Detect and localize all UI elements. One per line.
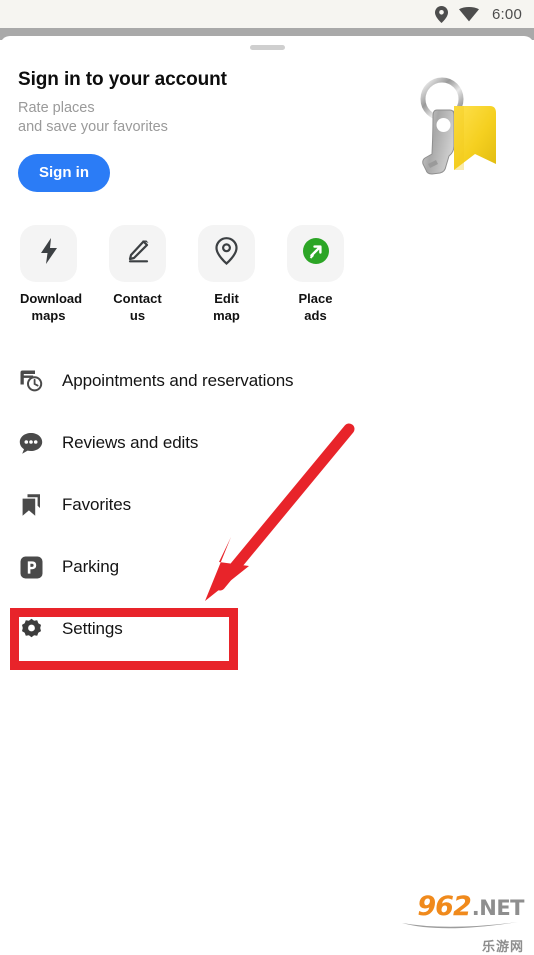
quick-action-contact-us[interactable]: Contact us (109, 225, 166, 324)
quick-action-place-ads[interactable]: Place ads (287, 225, 344, 324)
quick-action-label-line1: Download (20, 291, 83, 306)
quick-action-label: Place ads (287, 290, 344, 324)
menu-item-parking[interactable]: Parking (0, 536, 534, 598)
watermark-swoosh-icon (402, 922, 518, 929)
signin-section: Sign in to your account Rate places and … (0, 50, 534, 192)
menu-item-settings[interactable]: Settings (0, 598, 534, 660)
quick-action-label: Contact us (109, 290, 166, 324)
quick-action-label-line1: Contact (113, 291, 162, 306)
watermark-chinese: 乐游网 (481, 940, 524, 955)
pencil-icon (125, 239, 150, 269)
account-menu-list: Appointments and reservations Reviews an… (0, 350, 534, 660)
watermark-number: 962 (417, 891, 471, 922)
watermark-top-line: 962 .NET (400, 893, 524, 920)
quick-action-label: Edit map (198, 290, 255, 324)
quick-action-tile (20, 225, 77, 282)
sign-in-button[interactable]: Sign in (18, 154, 110, 192)
location-pin-icon (435, 5, 448, 23)
menu-item-label: Favorites (62, 495, 132, 514)
map-pin-icon (215, 237, 238, 270)
chat-bubble-icon (18, 430, 44, 456)
quick-action-tile (109, 225, 166, 282)
menu-item-label: Parking (62, 557, 119, 576)
menu-item-label: Reviews and edits (62, 433, 199, 452)
quick-action-label-line2: maps (31, 308, 66, 323)
lightning-bolt-icon (39, 238, 59, 269)
quick-action-label: Download maps (20, 290, 83, 324)
menu-item-label: Appointments and reservations (62, 371, 294, 390)
quick-action-tile (287, 225, 344, 282)
keys-with-yellow-tag-image (392, 72, 512, 192)
quick-action-tile (198, 225, 255, 282)
quick-action-label-line2: map (213, 308, 240, 323)
quick-action-label-line2: us (129, 308, 146, 323)
menu-item-reviews[interactable]: Reviews and edits (0, 412, 534, 474)
menu-item-label: Settings (62, 619, 123, 638)
quick-action-label-line1: Edit (214, 291, 239, 306)
quick-actions-row: Download maps Contact us Edit map Place … (0, 225, 534, 324)
wifi-icon (459, 6, 479, 22)
menu-item-favorites[interactable]: Favorites (0, 474, 534, 536)
quick-action-label-line1: Place (298, 291, 333, 306)
quick-action-label-line2: ads (304, 308, 327, 323)
bookmarks-icon (18, 492, 44, 518)
green-arrow-circle-icon (302, 238, 329, 269)
watermark-bottom-line: 乐游网 (400, 936, 524, 955)
status-time: 6:00 (492, 5, 522, 23)
site-watermark: 962 .NET 乐游网 (400, 893, 525, 955)
watermark-domain: .NET (471, 896, 525, 920)
calendar-clock-icon (18, 368, 44, 394)
quick-action-edit-map[interactable]: Edit map (198, 225, 255, 324)
menu-item-appointments[interactable]: Appointments and reservations (0, 350, 534, 412)
parking-p-icon (18, 554, 44, 580)
quick-action-download-maps[interactable]: Download maps (20, 225, 83, 324)
status-bar: 6:00 (0, 0, 534, 28)
account-bottom-sheet: Sign in to your account Rate places and … (0, 36, 534, 949)
gear-icon (18, 616, 44, 642)
